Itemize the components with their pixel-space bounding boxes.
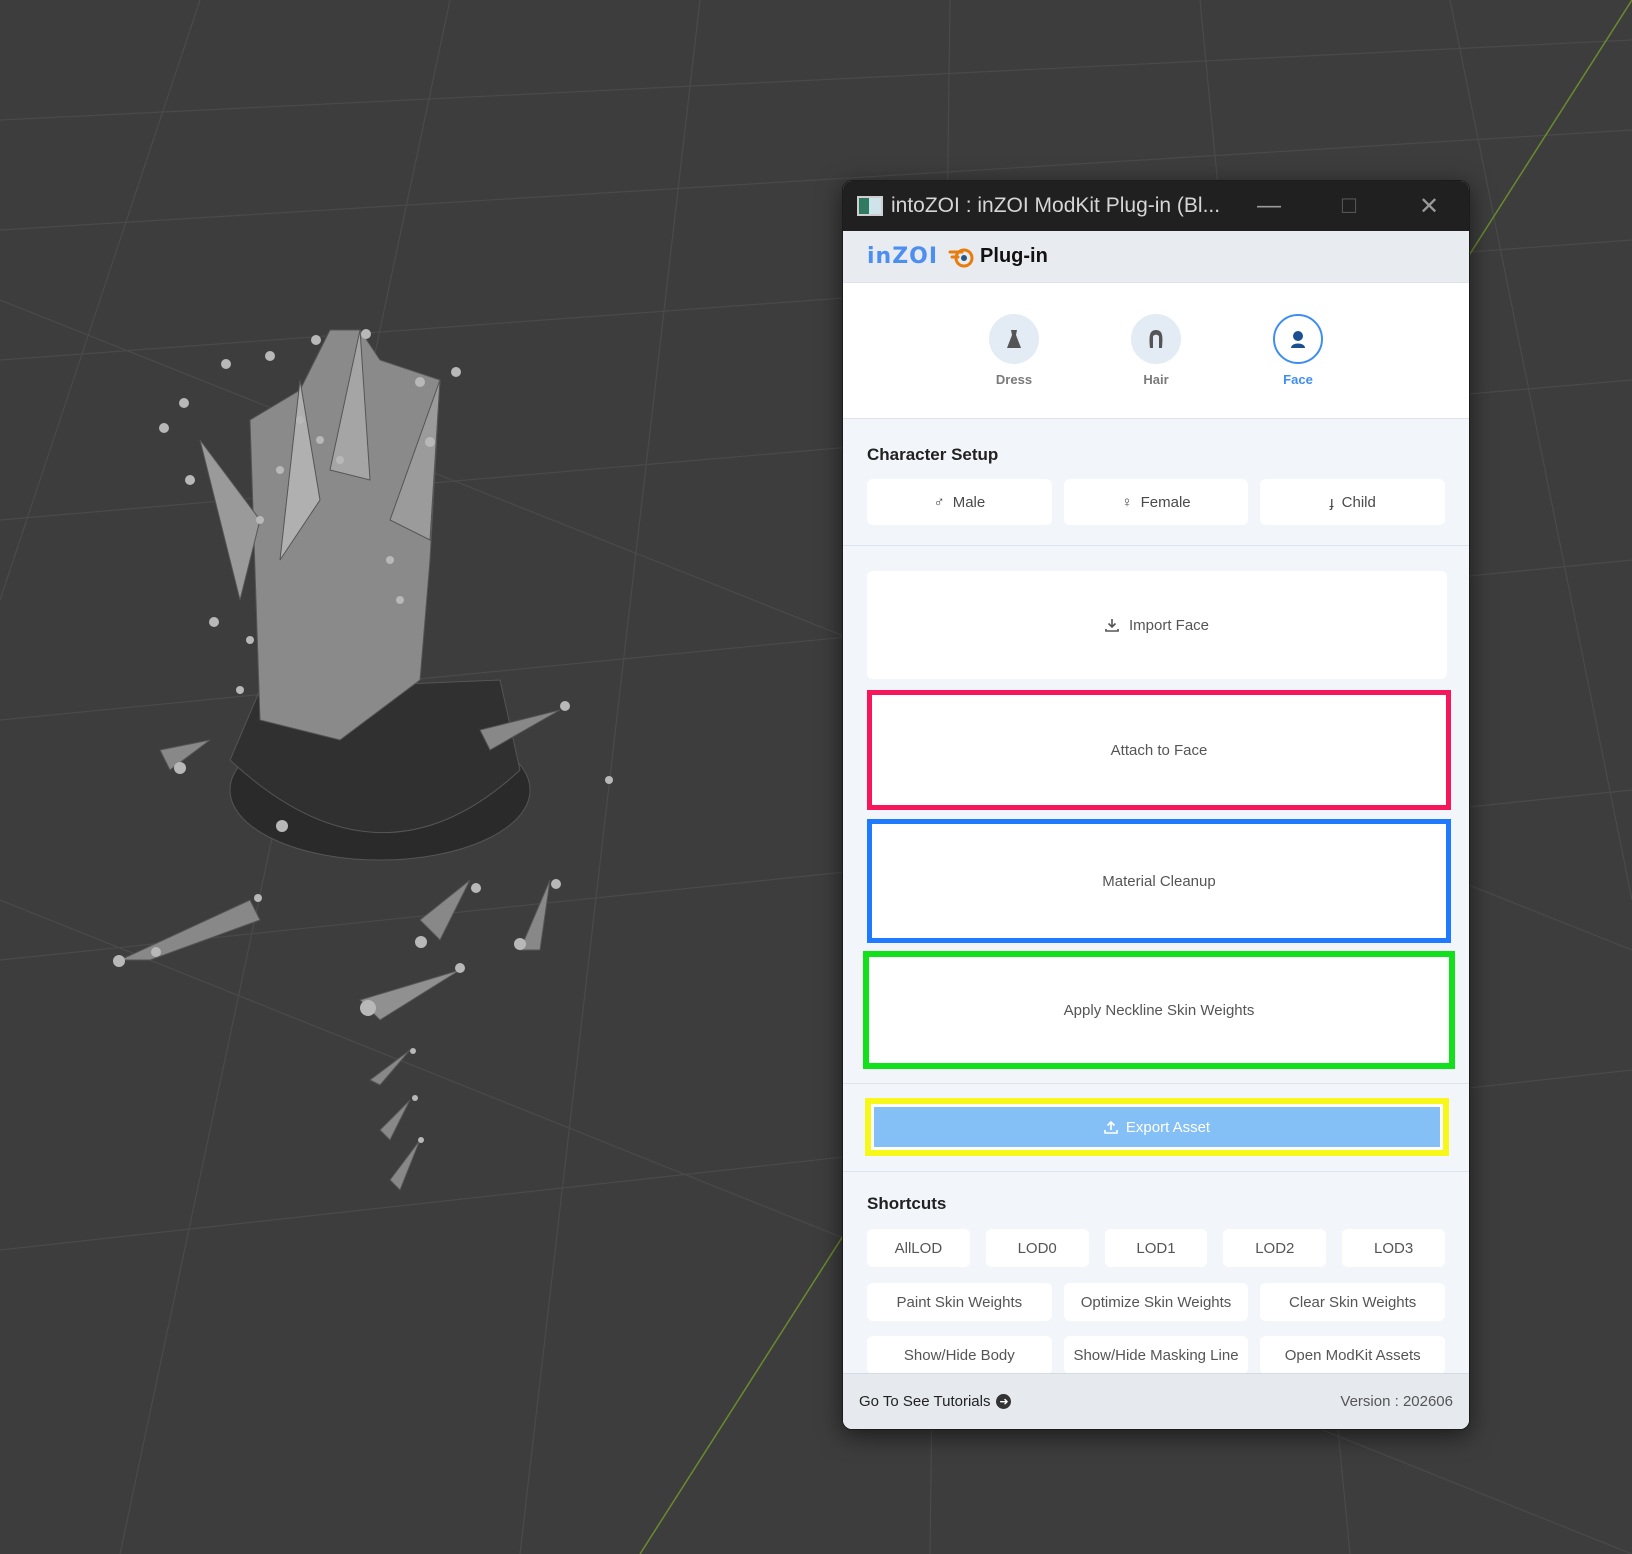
divider: [843, 1083, 1469, 1084]
brand-bar: inZOI Plug-in: [843, 231, 1469, 283]
alllod-button[interactable]: AllLOD: [867, 1229, 970, 1267]
character-setup-row: ♂ Male ♀ Female ɟ Child: [843, 479, 1469, 525]
divider: [843, 1171, 1469, 1172]
divider: [843, 545, 1469, 546]
maximize-button[interactable]: ☐: [1309, 181, 1389, 231]
child-button[interactable]: ɟ Child: [1260, 479, 1446, 525]
tutorials-label: Go To See Tutorials: [859, 1393, 991, 1410]
attach-to-face-button[interactable]: Attach to Face: [867, 690, 1451, 810]
apply-neckline-skin-weights-button[interactable]: Apply Neckline Skin Weights: [863, 951, 1455, 1069]
lod1-button[interactable]: LOD1: [1104, 1229, 1208, 1267]
clear-skin-weights-button[interactable]: Clear Skin Weights: [1260, 1283, 1446, 1321]
apply-neckline-label: Apply Neckline Skin Weights: [1063, 1001, 1255, 1019]
plugin-window: intoZOI : inZOI ModKit Plug-in (Bl... — …: [842, 180, 1470, 1430]
paint-skin-weights-button[interactable]: Paint Skin Weights: [867, 1283, 1052, 1321]
tab-hair[interactable]: Hair: [1131, 314, 1181, 387]
show-hide-body-button[interactable]: Show/Hide Body: [867, 1336, 1052, 1374]
open-modkit-assets-button[interactable]: Open ModKit Assets: [1260, 1336, 1446, 1374]
dress-icon: [989, 314, 1039, 364]
optimize-skin-weights-button[interactable]: Optimize Skin Weights: [1063, 1283, 1249, 1321]
material-cleanup-label: Material Cleanup: [1102, 872, 1216, 890]
close-button[interactable]: ✕: [1389, 181, 1469, 231]
upload-icon: [1104, 1120, 1118, 1134]
version-label: Version : 202606: [1340, 1393, 1453, 1410]
lod3-button[interactable]: LOD3: [1342, 1229, 1445, 1267]
export-asset-button[interactable]: Export Asset: [874, 1107, 1440, 1147]
face-icon: [1273, 314, 1323, 364]
character-setup-title: Character Setup: [867, 445, 999, 464]
footer: Go To See Tutorials ➜ Version : 202606: [843, 1373, 1469, 1429]
lod0-button[interactable]: LOD0: [985, 1229, 1089, 1267]
visibility-row: Show/Hide Body Show/Hide Masking Line Op…: [867, 1336, 1446, 1374]
export-highlight: Export Asset: [865, 1098, 1449, 1156]
male-icon: ♂: [933, 493, 945, 511]
shortcuts-title: Shortcuts: [867, 1194, 947, 1213]
download-icon: [1105, 619, 1119, 632]
tab-face[interactable]: Face: [1273, 314, 1323, 387]
title-bar[interactable]: intoZOI : inZOI ModKit Plug-in (Bl... — …: [843, 181, 1469, 231]
tutorials-link[interactable]: Go To See Tutorials ➜: [859, 1393, 1012, 1410]
female-label: Female: [1140, 493, 1191, 511]
tab-label: Hair: [1143, 372, 1169, 387]
skin-weights-row: Paint Skin Weights Optimize Skin Weights…: [867, 1283, 1446, 1321]
minimize-button[interactable]: —: [1229, 181, 1309, 231]
tab-dress[interactable]: Dress: [989, 314, 1039, 387]
window-title: intoZOI : inZOI ModKit Plug-in (Bl...: [891, 194, 1221, 217]
male-label: Male: [952, 493, 986, 511]
lod2-button[interactable]: LOD2: [1223, 1229, 1327, 1267]
blender-icon: [948, 248, 974, 267]
lod-row: AllLOD LOD0 LOD1 LOD2 LOD3: [867, 1229, 1445, 1267]
tab-label: Face: [1283, 372, 1313, 387]
export-asset-label: Export Asset: [1125, 1118, 1211, 1136]
female-button[interactable]: ♀ Female: [1063, 479, 1249, 525]
plugin-title: Plug-in: [980, 245, 1048, 267]
inzoi-logo: inZOI: [867, 244, 939, 269]
child-label: Child: [1341, 493, 1376, 511]
material-cleanup-button[interactable]: Material Cleanup: [867, 819, 1451, 943]
import-face-label: Import Face: [1128, 616, 1210, 634]
male-button[interactable]: ♂ Male: [867, 479, 1052, 525]
app-icon: [857, 196, 883, 216]
arrow-right-icon: ➜: [996, 1394, 1012, 1409]
category-tabs: Dress Hair Face: [843, 283, 1469, 419]
hair-icon: [1131, 314, 1181, 364]
tab-label: Dress: [995, 372, 1033, 387]
attach-to-face-label: Attach to Face: [1110, 741, 1208, 759]
female-icon: ♀: [1121, 493, 1133, 511]
child-icon: ɟ: [1329, 493, 1334, 511]
show-hide-masking-line-button[interactable]: Show/Hide Masking Line: [1063, 1336, 1249, 1374]
import-face-button[interactable]: Import Face: [867, 571, 1447, 679]
